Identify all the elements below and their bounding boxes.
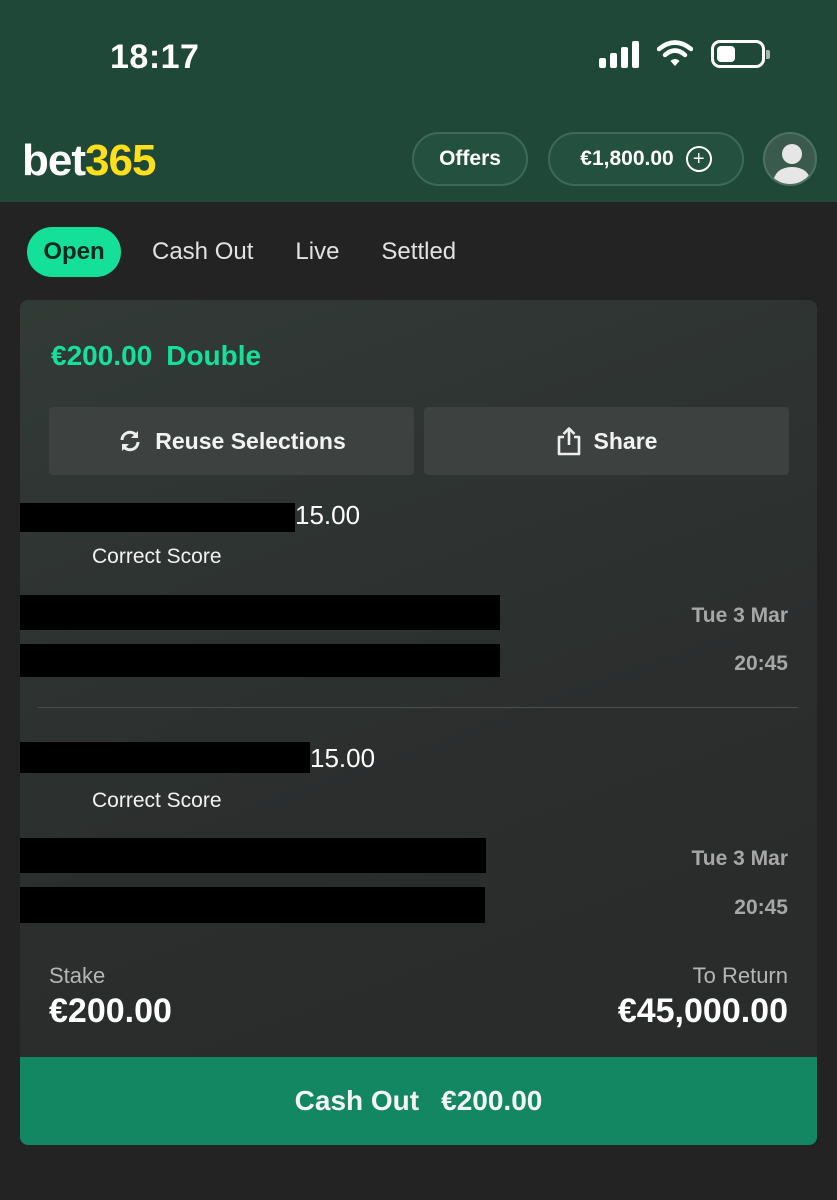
cash-out-button[interactable]: Cash Out €200.00 bbox=[20, 1057, 817, 1145]
bet-type: Double bbox=[166, 340, 262, 371]
signal-icon bbox=[599, 40, 639, 68]
battery-icon bbox=[711, 40, 770, 68]
bet365-logo[interactable]: bet365 bbox=[22, 136, 156, 186]
redacted-away-team bbox=[20, 644, 500, 677]
bet-title: €200.00 Double bbox=[51, 340, 261, 372]
redacted-home-team bbox=[20, 838, 486, 873]
selection-odds: 15.00 bbox=[310, 743, 376, 773]
wifi-icon bbox=[657, 40, 693, 66]
offers-button[interactable]: Offers bbox=[412, 132, 528, 186]
selection-date: Tue 3 Mar bbox=[691, 847, 788, 870]
balance-amount: €1,800.00 bbox=[580, 147, 674, 170]
app-header: 18:17 bet365 Offers €1,800.00 + bbox=[0, 0, 837, 202]
stake-value: €200.00 bbox=[49, 992, 172, 1030]
add-funds-icon: + bbox=[685, 146, 712, 172]
refresh-icon bbox=[120, 430, 140, 452]
cash-out-label: Cash Out bbox=[294, 1085, 420, 1116]
selection-odds: 15.00 bbox=[295, 500, 361, 530]
to-return-value: €45,000.00 bbox=[617, 992, 788, 1030]
user-icon bbox=[772, 144, 812, 184]
status-icons bbox=[599, 40, 770, 68]
selection-market: Correct Score bbox=[92, 545, 222, 568]
selection-divider bbox=[38, 707, 798, 708]
redacted-selection-name bbox=[20, 503, 295, 532]
selection-date: Tue 3 Mar bbox=[691, 604, 788, 627]
bet-filter-tabs: Open Cash Out Live Settled bbox=[27, 226, 498, 278]
logo-365-text: 365 bbox=[85, 136, 156, 185]
offers-label: Offers bbox=[439, 147, 501, 170]
tab-cash-out[interactable]: Cash Out bbox=[152, 238, 253, 266]
status-time: 18:17 bbox=[110, 38, 200, 76]
share-icon bbox=[557, 427, 580, 456]
to-return-label: To Return bbox=[692, 963, 788, 988]
reuse-selections-button[interactable]: Reuse Selections bbox=[49, 407, 414, 475]
cash-out-amount: €200.00 bbox=[441, 1085, 543, 1116]
tab-live[interactable]: Live bbox=[295, 238, 339, 266]
selection-time: 20:45 bbox=[734, 652, 788, 675]
logo-bet-text: bet bbox=[22, 136, 86, 185]
redacted-selection-name bbox=[20, 742, 310, 773]
tab-open[interactable]: Open bbox=[27, 227, 121, 277]
account-avatar-button[interactable] bbox=[763, 132, 817, 186]
redacted-away-team bbox=[20, 887, 485, 923]
balance-button[interactable]: €1,800.00 + bbox=[548, 132, 744, 186]
bet-card: €200.00 Double Reuse Selections Share 15.… bbox=[20, 300, 817, 1145]
bet-stake-title: €200.00 bbox=[51, 340, 153, 371]
share-label: Share bbox=[593, 427, 658, 454]
stake-label: Stake bbox=[49, 963, 106, 988]
share-button[interactable]: Share bbox=[424, 407, 789, 475]
redacted-home-team bbox=[20, 595, 500, 630]
tab-settled[interactable]: Settled bbox=[381, 238, 456, 266]
reuse-selections-label: Reuse Selections bbox=[155, 427, 346, 454]
selection-time: 20:45 bbox=[734, 896, 788, 919]
selection-market: Correct Score bbox=[92, 789, 222, 812]
